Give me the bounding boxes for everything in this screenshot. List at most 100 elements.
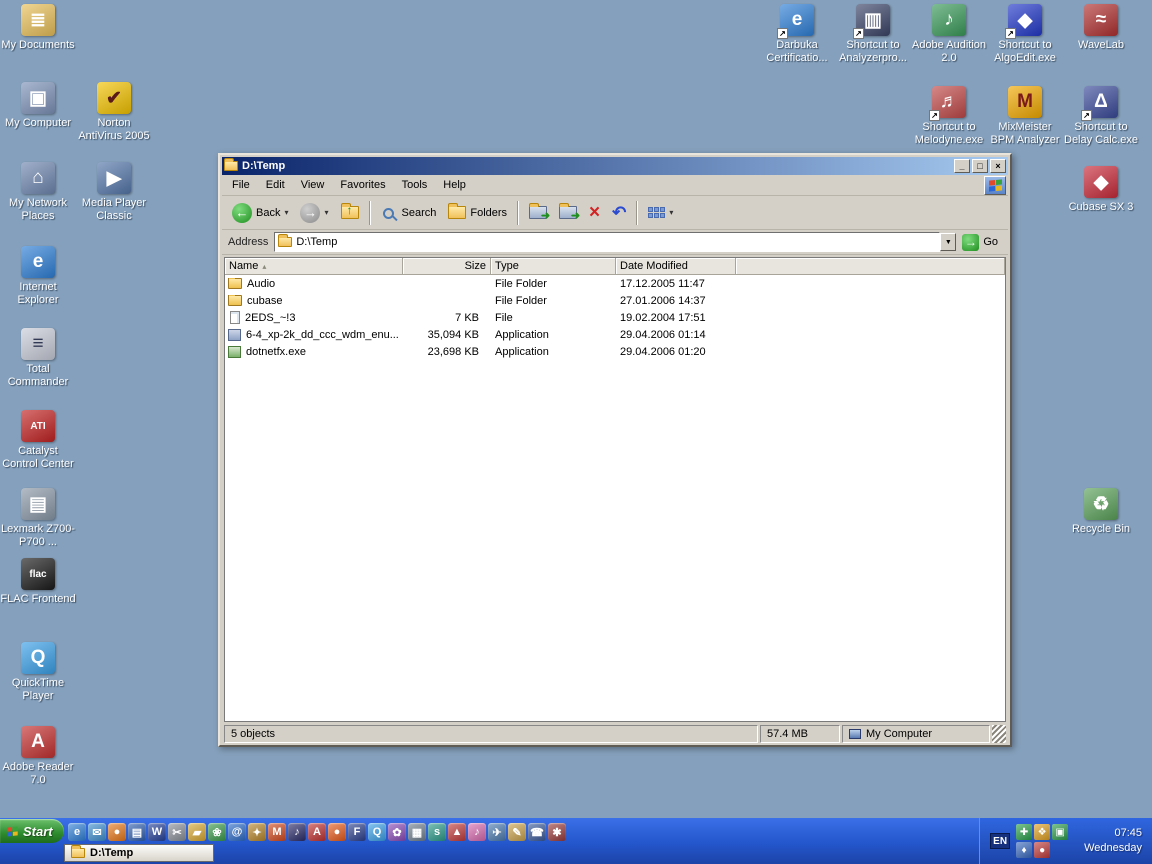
desktop-icon-my-network-places[interactable]: ⌂My Network Places: [0, 162, 76, 223]
tray-icons: ✚❖▣ ♦●: [1016, 824, 1078, 858]
quicklaunch-icon-4[interactable]: ▤: [128, 823, 146, 841]
file-row-2eds-3[interactable]: 2EDS_~!37 KBFile19.02.2004 17:51: [225, 309, 1005, 326]
views-dropdown-icon[interactable]: ▾: [669, 208, 673, 217]
desktop-icon-adobe-reader-7-0[interactable]: AAdobe Reader 7.0: [0, 726, 76, 787]
quicklaunch-icon-22[interactable]: ✈: [488, 823, 506, 841]
address-input[interactable]: D:\Temp: [274, 232, 940, 252]
menu-tools[interactable]: Tools: [394, 176, 436, 194]
quicklaunch-icon-9[interactable]: @: [228, 823, 246, 841]
tray-icon-3[interactable]: ▣: [1052, 824, 1068, 840]
delete-button[interactable]: ×: [583, 200, 606, 226]
copy-to-button[interactable]: ➜: [553, 202, 583, 223]
forward-button[interactable]: → ▾: [294, 199, 334, 227]
desktop-icon-shortcut-to-melodyne-exe[interactable]: ♬↗Shortcut to Melodyne.exe: [911, 86, 987, 147]
folders-icon: [448, 206, 466, 219]
address-dropdown-button[interactable]: ▼: [940, 233, 956, 251]
desktop-icon-norton-antivirus-2005[interactable]: ✔Norton AntiVirus 2005: [76, 82, 152, 143]
move-to-button[interactable]: ➜: [523, 202, 553, 223]
desktop-icon-media-player-classic[interactable]: ▶Media Player Classic: [76, 162, 152, 223]
shortcut-arrow-icon: ↗: [777, 28, 788, 39]
quicklaunch-icon-6[interactable]: ✂: [168, 823, 186, 841]
quicklaunch-icon-17[interactable]: ✿: [388, 823, 406, 841]
quicklaunch-icon-5[interactable]: W: [148, 823, 166, 841]
quicklaunch-icon-12[interactable]: ♪: [288, 823, 306, 841]
file-row-audio[interactable]: AudioFile Folder17.12.2005 11:47: [225, 275, 1005, 292]
quicklaunch-icon-18[interactable]: ▦: [408, 823, 426, 841]
shortcut-to-algoedit-exe-icon: ◆↗: [1008, 4, 1042, 36]
quicklaunch-icon-25[interactable]: ✱: [548, 823, 566, 841]
quicklaunch-icon-24[interactable]: ☎: [528, 823, 546, 841]
desktop-icon-internet-explorer[interactable]: eInternet Explorer: [0, 246, 76, 307]
quicklaunch-icon-20[interactable]: ▲: [448, 823, 466, 841]
file-type: Application: [491, 329, 616, 341]
forward-dropdown-icon[interactable]: ▾: [324, 208, 328, 217]
desktop-icon-total-commander[interactable]: ≡Total Commander: [0, 328, 76, 389]
desktop-icon-lexmark-z700-p700[interactable]: ▤Lexmark Z700-P700 ...: [0, 488, 76, 549]
desktop-icon-recycle-bin[interactable]: ♻Recycle Bin: [1063, 488, 1139, 536]
address-folder-icon: [278, 237, 292, 247]
views-button[interactable]: ▾: [642, 203, 679, 222]
quicklaunch-icon-2[interactable]: ✉: [88, 823, 106, 841]
column-header-name[interactable]: Name ▴: [225, 258, 403, 275]
minimize-button[interactable]: _: [954, 159, 970, 173]
desktop-icon-darbuka-certificatio[interactable]: e↗Darbuka Certificatio...: [759, 4, 835, 65]
desktop-icon-flac-frontend[interactable]: flacFLAC Frontend: [0, 558, 76, 606]
desktop-icon-cubase-sx-3[interactable]: ◆Cubase SX 3: [1063, 166, 1139, 214]
desktop-icon-shortcut-to-algoedit-exe[interactable]: ◆↗Shortcut to AlgoEdit.exe: [987, 4, 1063, 65]
quicklaunch-icon-7[interactable]: ▰: [188, 823, 206, 841]
desktop-icon-mixmeister-bpm-analyzer[interactable]: MMixMeister BPM Analyzer: [987, 86, 1063, 147]
maximize-button[interactable]: □: [972, 159, 988, 173]
desktop-icon-my-computer[interactable]: ▣My Computer: [0, 82, 76, 130]
back-button[interactable]: ← Back ▾: [226, 199, 294, 227]
quicklaunch-icon-3[interactable]: ●: [108, 823, 126, 841]
resize-grip[interactable]: [992, 725, 1006, 743]
desktop-icon-shortcut-to-analyzerpro[interactable]: ▥↗Shortcut to Analyzerpro...: [835, 4, 911, 65]
menu-edit[interactable]: Edit: [258, 176, 293, 194]
desktop-icon-wavelab[interactable]: ≈WaveLab: [1063, 4, 1139, 52]
menu-help[interactable]: Help: [435, 176, 474, 194]
quicklaunch-icon-16[interactable]: Q: [368, 823, 386, 841]
desktop-icon-shortcut-to-delay-calc-exe[interactable]: Δ↗Shortcut to Delay Calc.exe: [1063, 86, 1139, 147]
column-header-size[interactable]: Size: [403, 258, 491, 275]
quicklaunch-icon-13[interactable]: A: [308, 823, 326, 841]
taskbar-item-d-temp[interactable]: D:\Temp: [64, 844, 214, 862]
column-header-modified[interactable]: Date Modified: [616, 258, 736, 275]
up-button[interactable]: ↑: [335, 202, 365, 223]
file-row-6-4-xp-2k-dd-ccc-wdm-enu[interactable]: 6-4_xp-2k_dd_ccc_wdm_enu...35,094 KBAppl…: [225, 326, 1005, 343]
quicklaunch-icon-11[interactable]: M: [268, 823, 286, 841]
folders-button[interactable]: Folders: [442, 202, 513, 223]
quicklaunch-icon-10[interactable]: ✦: [248, 823, 266, 841]
menu-view[interactable]: View: [293, 176, 333, 194]
menu-favorites[interactable]: Favorites: [332, 176, 393, 194]
column-header-type[interactable]: Type: [491, 258, 616, 275]
start-button[interactable]: Start: [0, 819, 64, 843]
file-row-dotnetfx-exe[interactable]: dotnetfx.exe23,698 KBApplication29.04.20…: [225, 343, 1005, 360]
back-dropdown-icon[interactable]: ▾: [284, 208, 288, 217]
desktop-icon-my-documents[interactable]: ≣My Documents: [0, 4, 76, 52]
flac-frontend-icon: flac: [21, 558, 55, 590]
language-indicator[interactable]: EN: [990, 833, 1010, 849]
window-folder-icon: [224, 161, 238, 171]
title-bar[interactable]: D:\Temp _ □ ×: [222, 157, 1008, 175]
quicklaunch-icon-19[interactable]: s: [428, 823, 446, 841]
desktop-icon-catalyst-control-center[interactable]: ATICatalyst Control Center: [0, 410, 76, 471]
quicklaunch-icon-14[interactable]: ●: [328, 823, 346, 841]
go-button[interactable]: → Go: [956, 234, 1004, 251]
file-row-cubase[interactable]: cubaseFile Folder27.01.2006 14:37: [225, 292, 1005, 309]
close-button[interactable]: ×: [990, 159, 1006, 173]
search-button[interactable]: Search: [375, 202, 443, 223]
undo-button[interactable]: ↶: [606, 200, 632, 226]
desktop-icon-quicktime-player[interactable]: QQuickTime Player: [0, 642, 76, 703]
quicklaunch-icon-15[interactable]: F: [348, 823, 366, 841]
quicklaunch-icon-21[interactable]: ♪: [468, 823, 486, 841]
tray-icon-1[interactable]: ✚: [1016, 824, 1032, 840]
tray-icon-5[interactable]: ●: [1034, 842, 1050, 858]
quicklaunch-icon-23[interactable]: ✎: [508, 823, 526, 841]
desktop-icon-adobe-audition-2-0[interactable]: ♪Adobe Audition 2.0: [911, 4, 987, 65]
quicklaunch-icon-8[interactable]: ❀: [208, 823, 226, 841]
tray-icon-2[interactable]: ❖: [1034, 824, 1050, 840]
desktop-icon-label: Total Commander: [0, 363, 76, 389]
menu-file[interactable]: File: [224, 176, 258, 194]
tray-icon-4[interactable]: ♦: [1016, 842, 1032, 858]
quicklaunch-icon-1[interactable]: e: [68, 823, 86, 841]
